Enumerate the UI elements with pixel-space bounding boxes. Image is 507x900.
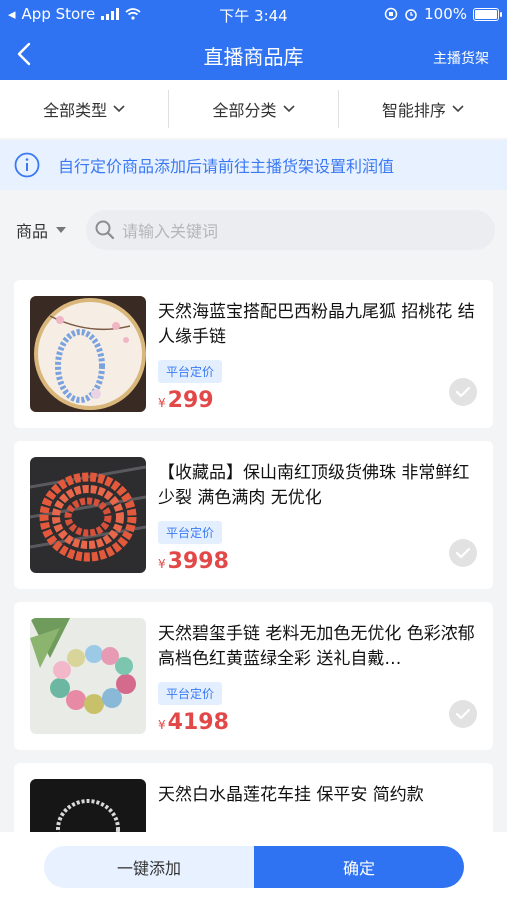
product-price: ¥4198 xyxy=(158,710,229,735)
product-card[interactable]: 天然碧玺手链 老料无加色无优化 色彩浓郁 高档色红黄蓝绿全彩 送礼自戴… 平台定… xyxy=(14,602,493,750)
filter-type-dropdown[interactable]: 全部类型 xyxy=(0,80,168,138)
select-checkbox[interactable] xyxy=(449,378,477,406)
status-bar: ◂ App Store 下午 3:44 100% xyxy=(0,0,507,28)
filter-label: 全部类型 xyxy=(43,101,108,120)
search-row: 商品 请输入关键词 xyxy=(0,200,507,260)
price-value: 299 xyxy=(167,388,214,413)
search-type-label: 商品 xyxy=(16,222,49,241)
price-value: 4198 xyxy=(167,710,229,735)
product-price: ¥299 xyxy=(158,388,214,413)
check-icon xyxy=(455,708,471,720)
action-button-group: 一键添加 确定 xyxy=(44,846,464,888)
product-image xyxy=(30,457,146,573)
search-placeholder: 请输入关键词 xyxy=(122,222,219,241)
alarm-icon xyxy=(405,9,417,21)
anchor-shelf-link[interactable]: 主播货架 xyxy=(433,48,489,68)
currency-symbol: ¥ xyxy=(158,557,166,571)
search-type-dropdown[interactable]: 商品 xyxy=(16,218,67,242)
price-value: 3998 xyxy=(167,549,229,574)
product-title: 【收藏品】保山南红顶级货佛珠 非常鲜红 少裂 满色满肉 无优化 xyxy=(158,463,470,508)
nav-bar: 直播商品库 主播货架 xyxy=(0,28,507,80)
info-icon xyxy=(14,152,40,178)
product-list[interactable]: 天然海蓝宝搭配巴西粉晶九尾狐 招桃花 结人缘手链 平台定价 ¥299 【收藏品】… xyxy=(0,272,507,832)
notice-banner: 自行定价商品添加后请前往主播货架设置利润值 xyxy=(0,140,507,190)
filter-bar: 全部类型 全部分类 智能排序 xyxy=(0,80,507,138)
caret-down-icon xyxy=(56,227,67,233)
check-icon xyxy=(455,547,471,559)
pricing-tag: 平台定价 xyxy=(158,521,223,544)
orientation-lock-icon xyxy=(384,7,398,21)
select-checkbox[interactable] xyxy=(449,700,477,728)
product-card[interactable]: 【收藏品】保山南红顶级货佛珠 非常鲜红 少裂 满色满肉 无优化 平台定价 ¥39… xyxy=(14,441,493,589)
filter-label: 全部分类 xyxy=(212,101,277,120)
chevron-down-icon xyxy=(282,105,295,113)
notice-text: 自行定价商品添加后请前往主播货架设置利润值 xyxy=(58,157,395,176)
product-title: 天然白水晶莲花车挂 保平安 简约款 xyxy=(158,785,424,805)
product-image xyxy=(30,296,146,412)
search-icon xyxy=(95,220,115,240)
battery-percent: 100% xyxy=(424,5,467,23)
bottom-action-bar: 一键添加 确定 xyxy=(0,832,507,900)
search-input[interactable]: 请输入关键词 xyxy=(86,210,495,250)
product-image xyxy=(30,779,146,832)
currency-symbol: ¥ xyxy=(158,396,166,410)
filter-sort-dropdown[interactable]: 智能排序 xyxy=(339,80,507,138)
product-price: ¥3998 xyxy=(158,549,229,574)
pricing-tag: 平台定价 xyxy=(158,360,223,383)
product-image xyxy=(30,618,146,734)
currency-symbol: ¥ xyxy=(158,718,166,732)
product-title: 天然海蓝宝搭配巴西粉晶九尾狐 招桃花 结人缘手链 xyxy=(158,302,475,347)
filter-label: 智能排序 xyxy=(381,101,446,120)
confirm-button[interactable]: 确定 xyxy=(254,846,464,888)
pricing-tag: 平台定价 xyxy=(158,682,223,705)
battery-icon xyxy=(473,7,502,21)
product-card[interactable]: 天然白水晶莲花车挂 保平安 简约款 xyxy=(14,763,493,832)
check-icon xyxy=(455,386,471,398)
page-title: 直播商品库 xyxy=(203,45,304,69)
product-title: 天然碧玺手链 老料无加色无优化 色彩浓郁 高档色红黄蓝绿全彩 送礼自戴… xyxy=(158,624,475,669)
select-checkbox[interactable] xyxy=(449,539,477,567)
filter-category-dropdown[interactable]: 全部分类 xyxy=(169,80,337,138)
chevron-down-icon xyxy=(113,105,125,113)
add-all-button[interactable]: 一键添加 xyxy=(44,846,254,888)
chevron-down-icon xyxy=(452,105,464,113)
product-card[interactable]: 天然海蓝宝搭配巴西粉晶九尾狐 招桃花 结人缘手链 平台定价 ¥299 xyxy=(14,280,493,428)
